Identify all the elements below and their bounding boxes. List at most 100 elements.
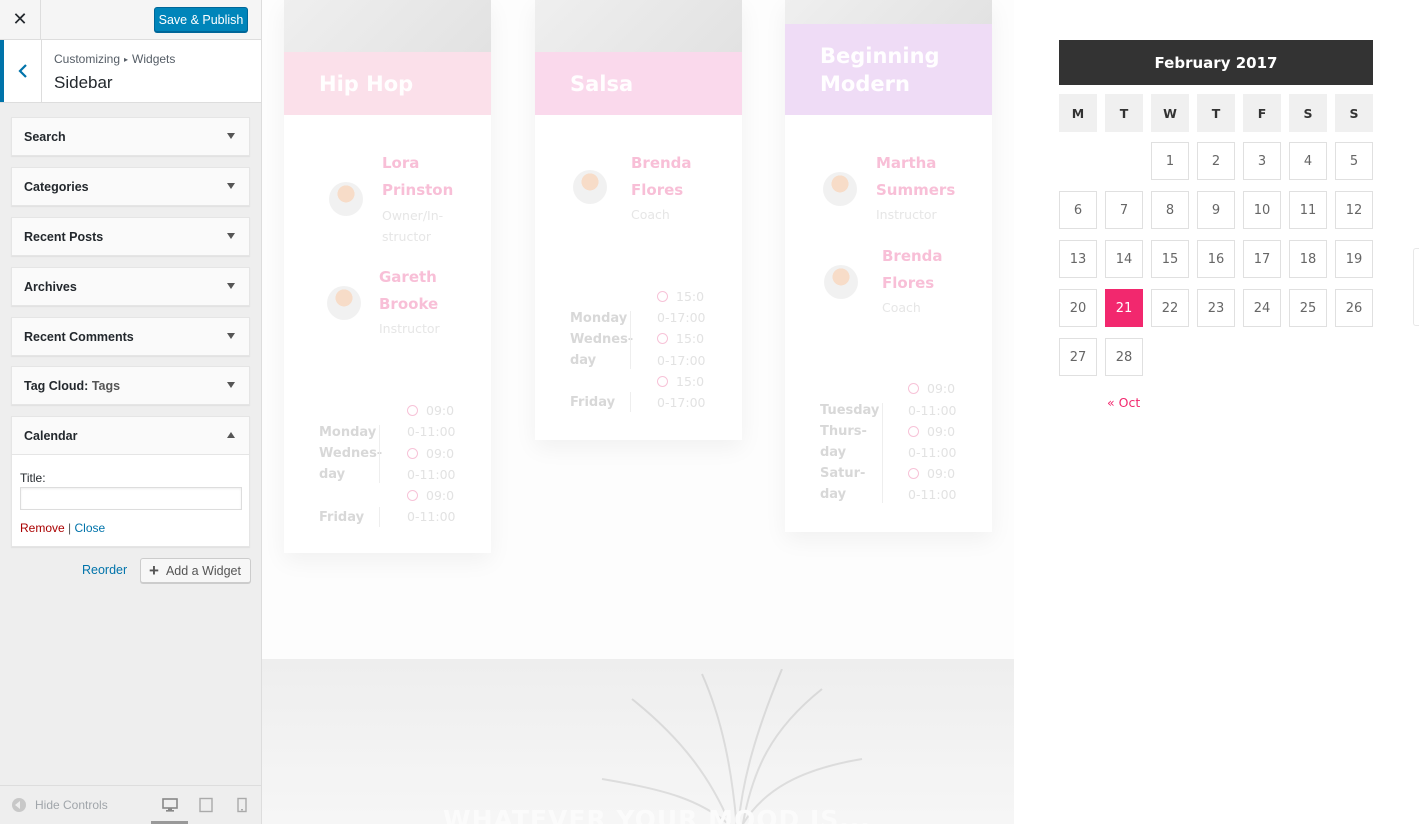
schedule-time-text: 09:0 (927, 424, 956, 439)
instructor-avatar (824, 265, 858, 299)
instructor-name-2[interactable]: Prinston (382, 177, 453, 204)
calendar-day[interactable]: 24 (1243, 289, 1281, 327)
class-title-line-2: Modern (820, 71, 910, 96)
calendar-day[interactable]: 12 (1335, 191, 1373, 229)
instructor-name-1[interactable]: Lora (382, 150, 419, 177)
instructor-name-2[interactable]: Flores (631, 177, 683, 204)
calendar-day[interactable]: 14 (1105, 240, 1143, 278)
class-card-salsa[interactable]: Salsa Brenda Flores Coach Monday Wednes-… (535, 0, 742, 440)
instructor-name-1[interactable]: Gareth (379, 264, 437, 291)
calendar-day[interactable]: 2 (1197, 142, 1235, 180)
schedule-day: day (820, 487, 847, 502)
calendar-day[interactable]: 3 (1243, 142, 1281, 180)
calendar-day[interactable]: 9 (1197, 191, 1235, 229)
widget-categories[interactable]: Categories (11, 167, 250, 206)
class-title-band: Beginning Modern (785, 24, 992, 115)
title-field[interactable] (20, 487, 242, 510)
calendar-day[interactable]: 23 (1197, 289, 1235, 327)
calendar-day[interactable]: 16 (1197, 240, 1235, 278)
instructor-name-2[interactable]: Summers (876, 177, 955, 204)
instructor-name-2[interactable]: Flores (882, 270, 934, 297)
calendar-day[interactable]: 17 (1243, 240, 1281, 278)
section-title-bar: Customizing ▸ Widgets Sidebar (0, 40, 261, 103)
instructor-name-1[interactable]: Martha (876, 150, 936, 177)
calendar-day[interactable]: 5 (1335, 142, 1373, 180)
calendar-day[interactable]: 6 (1059, 191, 1097, 229)
hide-controls-label: Hide Controls (35, 798, 108, 812)
schedule-time-text: 0-11:00 (908, 403, 957, 418)
instructor-role-1: Coach (631, 207, 670, 222)
widget-tag-cloud[interactable]: Tag Cloud: Tags (11, 366, 250, 405)
widget-calendar: Calendar Title: Remove | Close (11, 416, 250, 547)
schedule-day: Friday (319, 510, 365, 525)
widget-archives[interactable]: Archives (11, 267, 250, 306)
class-photo (284, 0, 491, 52)
breadcrumb-separator: ▸ (124, 55, 129, 64)
schedule-time-text: 0-17:00 (657, 395, 706, 410)
calendar-day[interactable]: 20 (1059, 289, 1097, 327)
calendar-day[interactable]: 26 (1335, 289, 1373, 327)
calendar-day[interactable]: 28 (1105, 338, 1143, 376)
calendar-day[interactable]: 8 (1151, 191, 1189, 229)
actions-divider: | (68, 521, 72, 535)
calendar-day[interactable]: 1 (1151, 142, 1189, 180)
instructor-name-1[interactable]: Brenda (882, 243, 943, 270)
schedule-day: Tuesday (820, 403, 880, 418)
clock-icon (407, 448, 418, 459)
calendar-day[interactable]: 10 (1243, 191, 1281, 229)
calendar-day[interactable]: 22 (1151, 289, 1189, 327)
schedule-day: Monday (570, 311, 628, 326)
widget-search[interactable]: Search (11, 117, 250, 156)
class-card-hip-hop[interactable]: Hip Hop Lora Prinston Owner/In- structor… (284, 0, 491, 553)
schedule-day: day (820, 445, 847, 460)
calendar-day[interactable]: 13 (1059, 240, 1097, 278)
widget-recent-posts[interactable]: Recent Posts (11, 217, 250, 256)
schedule-time: 09:0 (407, 443, 454, 464)
instructor-avatar (329, 182, 363, 216)
instructor-name-1[interactable]: Brenda (631, 150, 692, 177)
schedule-divider (630, 392, 631, 412)
class-photo (535, 0, 742, 52)
previous-month-link[interactable]: « Oct (1107, 395, 1140, 410)
instructor-role-1: Instructor (379, 321, 440, 336)
hide-controls-button[interactable]: Hide Controls (12, 798, 108, 812)
schedule-day: Wednes- (319, 446, 383, 461)
calendar-day[interactable]: 11 (1289, 191, 1327, 229)
calendar-day[interactable]: 25 (1289, 289, 1327, 327)
close-widget-link[interactable]: Close (75, 521, 106, 535)
close-customizer-button[interactable]: ✕ (0, 0, 41, 39)
plus-icon: + (149, 561, 159, 580)
desktop-preview-button[interactable] (162, 797, 178, 813)
calendar-day[interactable]: 27 (1059, 338, 1097, 376)
calendar-day[interactable]: 4 (1289, 142, 1327, 180)
calendar-day[interactable]: 7 (1105, 191, 1143, 229)
back-button[interactable] (0, 40, 42, 102)
schedule-day: Thurs- (820, 424, 867, 439)
widget-recent-comments[interactable]: Recent Comments (11, 317, 250, 356)
remove-widget-link[interactable]: Remove (20, 521, 65, 535)
weekday-header: T (1105, 94, 1143, 132)
breadcrumb: Customizing ▸ Widgets (54, 52, 175, 66)
tablet-preview-button[interactable] (198, 797, 214, 813)
class-card-beginning-modern[interactable]: Beginning Modern Martha Summers Instruct… (785, 0, 992, 532)
save-publish-button[interactable]: Save & Publish (154, 7, 248, 32)
customizer-panel: ✕ Save & Publish Customizing ▸ Widgets Sid… (0, 0, 262, 824)
calendar-day[interactable]: 15 (1151, 240, 1189, 278)
calendar-day[interactable]: 19 (1335, 240, 1373, 278)
caret-up-icon[interactable] (227, 432, 235, 438)
widget-title: Search (24, 130, 66, 144)
instructor-avatar (573, 170, 607, 204)
instructor-role-1: Coach (882, 300, 921, 315)
mobile-preview-button[interactable] (234, 797, 250, 813)
instructor-name-2[interactable]: Brooke (379, 291, 438, 318)
schedule-time: 15:0 (657, 328, 704, 349)
add-widget-button[interactable]: + Add a Widget (140, 558, 251, 583)
weekday-header: S (1289, 94, 1327, 132)
calendar-day[interactable]: 18 (1289, 240, 1327, 278)
breadcrumb-current: Widgets (132, 52, 176, 66)
customizer-header: ✕ Save & Publish (0, 0, 261, 40)
reorder-link[interactable]: Reorder (82, 563, 127, 577)
calendar-day-today[interactable]: 21 (1105, 289, 1143, 327)
schedule-divider (379, 425, 380, 483)
schedule-time: 09:0 (407, 400, 454, 421)
